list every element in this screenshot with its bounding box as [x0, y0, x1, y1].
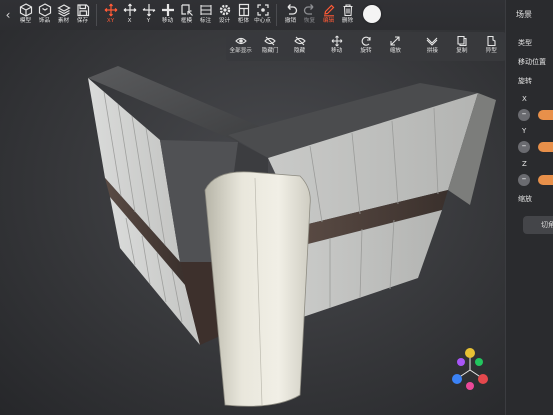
toolbar-move[interactable]: 移动: [158, 0, 177, 30]
main-toolbar: ‹ 模型 饰品 素材 保存 XY X Y 移动 框模 标注 设计 柜体 中心点 …: [0, 0, 505, 30]
toolbar-separator: [96, 4, 97, 26]
cabinet-3d-model[interactable]: [0, 0, 505, 415]
toolbar-design[interactable]: 设计: [215, 0, 234, 30]
cube-icon: [19, 3, 32, 17]
toolbar-move-y[interactable]: Y: [139, 0, 158, 30]
avatar[interactable]: [363, 5, 381, 23]
axis-x-label: X: [522, 95, 527, 103]
toolbar-move-xy[interactable]: XY: [101, 0, 120, 30]
back-button[interactable]: ‹: [0, 0, 16, 30]
toolbar-model[interactable]: 模型: [16, 0, 35, 30]
properties-panel: 场景 类型 移动位置 旋转 X – Y – Z – 缩放 切角: [505, 0, 553, 415]
eye-icon: [234, 37, 247, 45]
axis-z-label: Z: [522, 160, 527, 168]
copy-icon: [457, 35, 467, 47]
trash-icon: [343, 4, 352, 17]
design-gear-icon: [219, 4, 230, 16]
edit-icon: [323, 4, 334, 17]
scale-button[interactable]: 缩放: [381, 32, 410, 61]
show-all-button[interactable]: 全部显示: [226, 32, 255, 61]
y-slider[interactable]: [538, 142, 553, 152]
move-position-label: 移动位置: [518, 58, 546, 66]
join-icon: [427, 37, 438, 46]
toolbar-delete[interactable]: 删除: [338, 0, 357, 30]
scale-icon: [390, 36, 400, 46]
undo-icon: [287, 4, 297, 15]
cabinet-icon: [238, 3, 249, 17]
toolbar-material[interactable]: 素材: [54, 0, 73, 30]
frame-select-icon: [180, 4, 193, 16]
move-arrows-icon: [331, 35, 342, 47]
move-button[interactable]: 移动: [322, 32, 351, 61]
cut-corner-label: 切角: [541, 221, 553, 229]
toolbar-edit[interactable]: 编辑: [319, 0, 338, 30]
hide-icon: [293, 36, 306, 46]
toolbar-save[interactable]: 保存: [73, 0, 92, 30]
dimension-icon: [199, 5, 212, 15]
hide-door-button[interactable]: 隐藏门: [255, 32, 284, 61]
z-slider[interactable]: [538, 175, 553, 185]
type-label: 类型: [518, 39, 532, 47]
rounded-column: [204, 171, 311, 407]
toolbar-center-point[interactable]: 中心点: [253, 0, 272, 30]
custom-shape-icon: [487, 35, 496, 47]
eye-off-icon: [264, 36, 276, 46]
join-button[interactable]: 拼接: [418, 32, 447, 61]
toolbar-cabinet[interactable]: 柜体: [234, 0, 253, 30]
toolbar-separator: [276, 4, 277, 26]
move-icon: [161, 4, 174, 16]
axis-gizmo-icon[interactable]: [448, 346, 492, 390]
y-decrement-button[interactable]: –: [518, 141, 530, 153]
rotate-label: 旋转: [518, 77, 532, 85]
toolbar-frame-select[interactable]: 框模: [177, 0, 196, 30]
tab-scene[interactable]: 场景: [516, 9, 532, 20]
scale-label: 缩放: [518, 195, 532, 203]
move-x-icon: [123, 3, 136, 16]
move-xy-icon: [104, 3, 117, 17]
rotate-icon: [361, 36, 371, 46]
move-y-icon: [142, 4, 155, 17]
center-point-icon: [256, 4, 269, 16]
cut-corner-button[interactable]: 切角: [523, 216, 553, 234]
toolbar-undo[interactable]: 撤销: [281, 0, 300, 30]
toolbar-redo[interactable]: 恢复: [300, 0, 319, 30]
sub-toolbar: 全部显示 隐藏门 隐藏 移动 旋转 缩放 拼接 复制 异型: [226, 32, 506, 61]
toolbar-dimension[interactable]: 标注: [196, 0, 215, 30]
x-slider[interactable]: [538, 110, 553, 120]
copy-button[interactable]: 复制: [447, 32, 476, 61]
custom-shape-button[interactable]: 异型: [477, 32, 506, 61]
layers-icon: [56, 4, 71, 17]
toolbar-ornament[interactable]: 饰品: [35, 0, 54, 30]
x-decrement-button[interactable]: –: [518, 109, 530, 121]
hide-button[interactable]: 隐藏: [285, 32, 314, 61]
axis-y-label: Y: [522, 127, 527, 135]
rotate-button[interactable]: 旋转: [351, 32, 380, 61]
z-decrement-button[interactable]: –: [518, 174, 530, 186]
save-icon: [76, 4, 89, 17]
3d-viewport[interactable]: [0, 0, 505, 415]
redo-icon: [303, 4, 313, 15]
ornament-icon: [38, 3, 51, 17]
toolbar-move-x[interactable]: X: [120, 0, 139, 30]
